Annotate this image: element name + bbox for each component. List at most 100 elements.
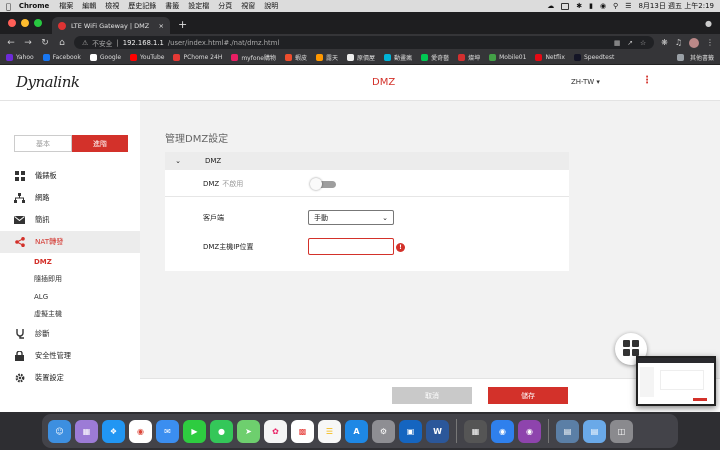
trash-icon[interactable]: ◫ bbox=[610, 419, 633, 443]
apple-icon[interactable]:  bbox=[6, 2, 11, 11]
wifi-utility-icon[interactable]: ◉ bbox=[491, 419, 514, 443]
extensions-icon[interactable]: ❋ bbox=[661, 38, 668, 47]
menu-item-tab[interactable]: 分頁 bbox=[218, 1, 232, 11]
finder-icon[interactable]: ☺ bbox=[48, 419, 71, 443]
menu-app-name[interactable]: Chrome bbox=[19, 2, 49, 10]
sidebar-subitem-virtual-host[interactable]: 虛擬主機 bbox=[0, 306, 140, 324]
bookmark-myfone[interactable]: myfone購物 bbox=[231, 53, 276, 62]
menubar-clock[interactable]: 8月13日 週五 上午2:19 bbox=[638, 1, 714, 11]
save-button[interactable]: 儲存 bbox=[488, 387, 568, 404]
bookmark-facebook[interactable]: Facebook bbox=[42, 54, 81, 61]
screenshot-thumbnail[interactable] bbox=[636, 356, 716, 406]
bookmark-star-icon[interactable]: ☆ bbox=[640, 39, 646, 47]
tab-close-icon[interactable]: × bbox=[159, 22, 164, 30]
dmz-card-header[interactable]: ⌄ DMZ bbox=[165, 152, 569, 170]
client-select[interactable]: 手動 ⌄ bbox=[308, 210, 394, 225]
bookmark-speedtest[interactable]: Speedtest bbox=[573, 54, 614, 61]
notes-icon[interactable]: ☰ bbox=[318, 419, 341, 443]
safari-icon[interactable]: ❖ bbox=[102, 419, 125, 443]
bookmark-mobile01[interactable]: Mobile01 bbox=[489, 54, 526, 61]
menu-item-bookmarks[interactable]: 書籤 bbox=[165, 1, 179, 11]
search-icon[interactable]: ⚲ bbox=[613, 2, 618, 10]
screen-recorder-icon[interactable]: ▣ bbox=[399, 419, 422, 443]
archive-icon[interactable]: ▤ bbox=[556, 419, 579, 443]
menu-item-history[interactable]: 歷史記錄 bbox=[128, 1, 156, 11]
zoom-window-button[interactable] bbox=[34, 19, 42, 27]
bookmark-ruten[interactable]: 露天 bbox=[316, 53, 338, 62]
bookmark-yahoo[interactable]: Yahoo bbox=[6, 54, 34, 61]
system-preferences-icon[interactable]: ⚙ bbox=[372, 419, 395, 443]
tab-search-icon[interactable]: ● bbox=[705, 19, 720, 34]
chrome-icon[interactable]: ◉ bbox=[129, 419, 152, 443]
messages-icon[interactable]: ● bbox=[210, 419, 233, 443]
calendar-icon[interactable]: ▩ bbox=[291, 419, 314, 443]
more-menu-icon[interactable]: ⋮ bbox=[642, 75, 652, 86]
sidebar-item-security[interactable]: 安全性管理 bbox=[0, 345, 140, 367]
bookmark-iqiyi[interactable]: 愛奇藝 bbox=[421, 53, 449, 62]
control-center-icon[interactable]: ☰ bbox=[625, 2, 631, 10]
back-icon[interactable]: ← bbox=[6, 38, 16, 48]
address-bar[interactable]: ⚠ 不安全 | 192.168.1.1/user/index.html#./na… bbox=[74, 36, 655, 49]
menu-item-profiles[interactable]: 設定檔 bbox=[188, 1, 209, 11]
bookmark-coolpc[interactable]: 原價屋 bbox=[347, 53, 375, 62]
mode-basic-button[interactable]: 基本 bbox=[14, 135, 72, 152]
wifi-icon[interactable]: ◉ bbox=[600, 2, 606, 10]
folder-dock-icon[interactable]: ▤ bbox=[583, 419, 606, 443]
bookmark-pchome[interactable]: PChome 24H bbox=[173, 54, 222, 61]
word-icon[interactable]: W bbox=[426, 419, 449, 443]
menu-item-file[interactable]: 檔案 bbox=[59, 1, 73, 11]
sidebar-item-network[interactable]: 網路 bbox=[0, 187, 140, 209]
sidebar-subitem-dmz[interactable]: DMZ bbox=[0, 253, 140, 271]
sidebar-item-device-settings[interactable]: 裝置設定 bbox=[0, 367, 140, 389]
menu-item-window[interactable]: 視窗 bbox=[241, 1, 255, 11]
brand-logo[interactable]: Dynalink bbox=[16, 73, 80, 91]
host-ip-input[interactable] bbox=[308, 238, 394, 255]
chrome-menu-icon[interactable]: ⋮ bbox=[706, 38, 714, 47]
calculator-icon[interactable]: ▦ bbox=[464, 419, 487, 443]
battery-icon[interactable]: ▮ bbox=[589, 2, 593, 10]
podcasts-icon[interactable]: ◉ bbox=[518, 419, 541, 443]
menu-item-view[interactable]: 檢視 bbox=[105, 1, 119, 11]
sidebar-subitem-alg[interactable]: ALG bbox=[0, 288, 140, 306]
translate-icon[interactable]: ▦ bbox=[614, 39, 620, 47]
photos-icon[interactable]: ✿ bbox=[264, 419, 287, 443]
bookmark-netflix[interactable]: Netflix bbox=[535, 54, 565, 61]
forward-icon[interactable]: → bbox=[23, 38, 33, 48]
cloud-icon[interactable]: ☁ bbox=[547, 2, 554, 10]
dmz-toggle-switch[interactable] bbox=[310, 178, 336, 190]
language-selector[interactable]: ZH-TW ▾ bbox=[571, 78, 600, 86]
share-page-icon[interactable]: ↗ bbox=[627, 39, 633, 47]
facetime-icon[interactable]: ▶ bbox=[183, 419, 206, 443]
bookmark-gamer[interactable]: 動畫瘋 bbox=[384, 53, 412, 62]
window-icon[interactable] bbox=[561, 2, 570, 10]
home-icon[interactable]: ⌂ bbox=[57, 38, 67, 48]
other-bookmarks[interactable]: 其他書籤 bbox=[676, 53, 714, 62]
reload-icon[interactable]: ↻ bbox=[40, 38, 50, 48]
bookmark-youtube[interactable]: YouTube bbox=[130, 54, 164, 61]
new-tab-button[interactable]: + bbox=[178, 18, 187, 31]
cancel-button[interactable]: 取消 bbox=[392, 387, 472, 404]
sidebar-item-nat[interactable]: NAT轉發 bbox=[0, 231, 140, 253]
sidebar-subitem-upnp[interactable]: 隨插即用 bbox=[0, 271, 140, 289]
menu-item-help[interactable]: 說明 bbox=[264, 1, 278, 11]
mail-app-icon[interactable]: ✉ bbox=[156, 419, 179, 443]
bookmark-shopee[interactable]: 蝦皮 bbox=[285, 53, 307, 62]
chevron-down-icon[interactable]: ⌄ bbox=[165, 157, 191, 165]
media-icon[interactable]: ♫ bbox=[675, 38, 682, 47]
sidebar-item-dashboard[interactable]: 儀錶板 bbox=[0, 165, 140, 187]
launchpad-icon[interactable]: ▦ bbox=[75, 419, 98, 443]
bookmark-google[interactable]: Google bbox=[89, 54, 121, 61]
browser-tab[interactable]: LTE WiFi Gateway | DMZ × bbox=[52, 17, 170, 34]
bookmark-tkec[interactable]: 燦坤 bbox=[458, 53, 480, 62]
sidebar-item-sms[interactable]: 簡訊 bbox=[0, 209, 140, 231]
app-store-icon[interactable]: A bbox=[345, 419, 368, 443]
sidebar-item-diagnostics[interactable]: 診斷 bbox=[0, 323, 140, 345]
bluetooth-icon[interactable]: ✱ bbox=[576, 2, 582, 10]
minimize-window-button[interactable] bbox=[21, 19, 29, 27]
warning-icon[interactable]: ⚠ bbox=[82, 39, 88, 47]
profile-avatar[interactable] bbox=[689, 37, 699, 48]
mode-advanced-button[interactable]: 進階 bbox=[72, 135, 128, 152]
maps-icon[interactable]: ➤ bbox=[237, 419, 260, 443]
menu-item-edit[interactable]: 編輯 bbox=[82, 1, 96, 11]
close-window-button[interactable] bbox=[8, 19, 16, 27]
